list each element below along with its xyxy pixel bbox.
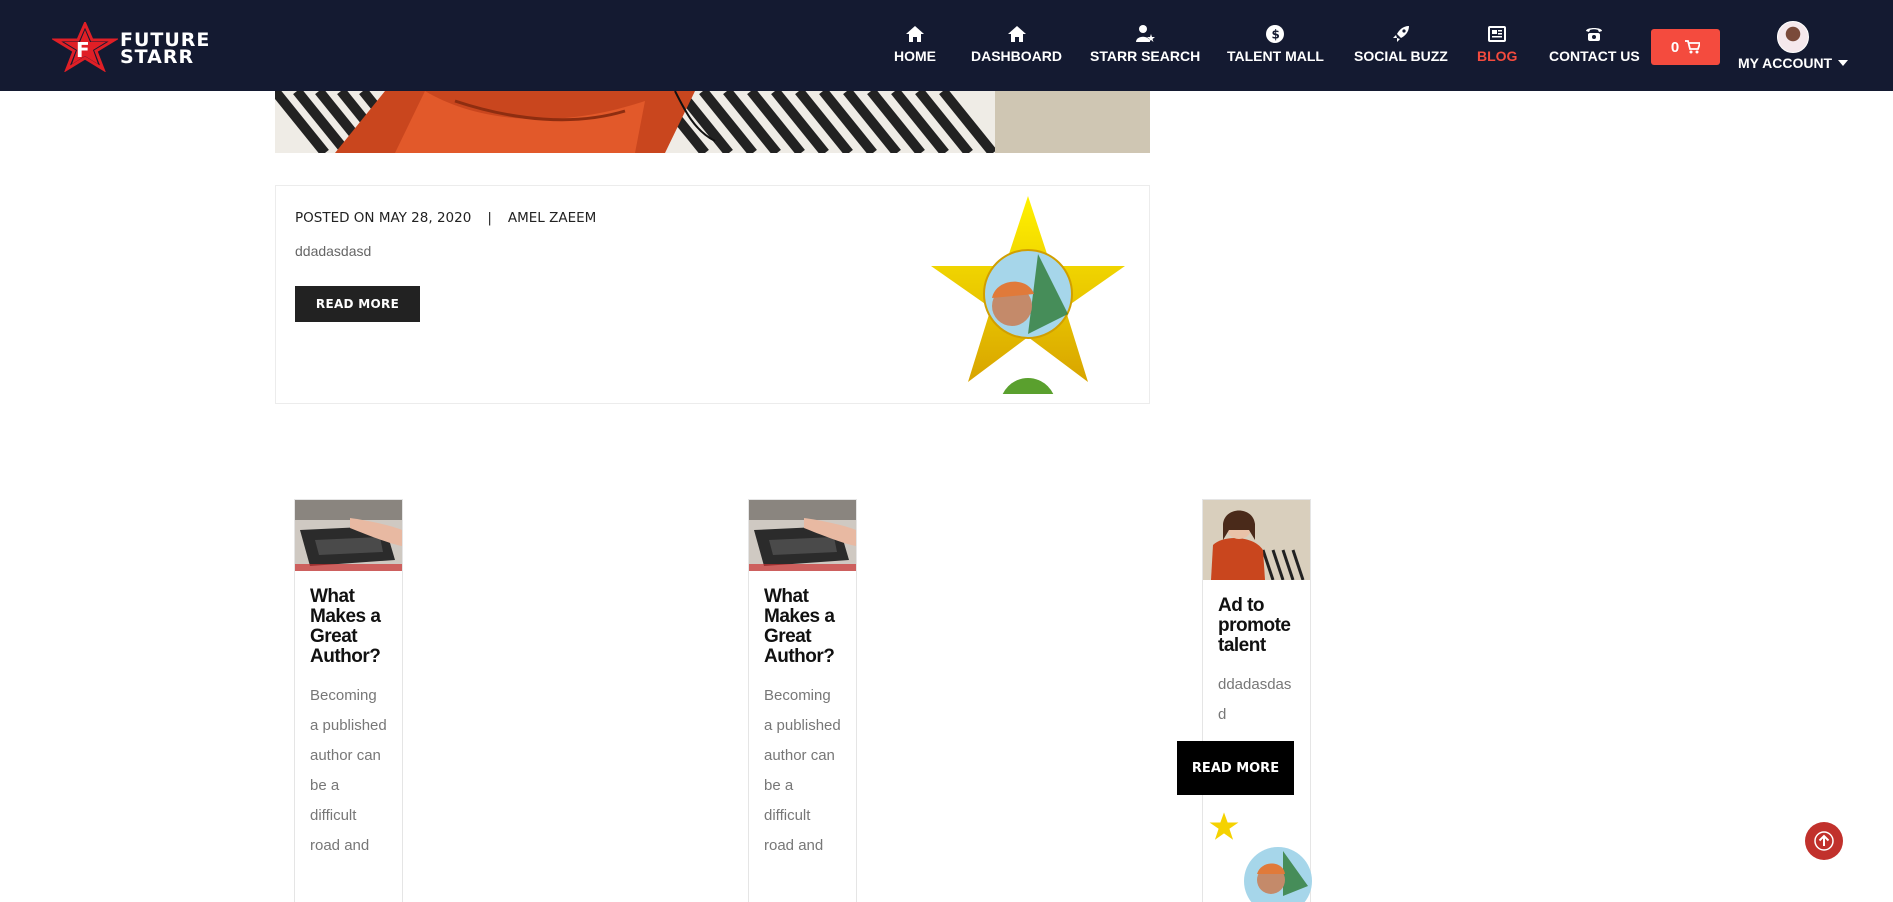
svg-text:F: F [76,38,90,62]
cart-count: 0 [1670,38,1680,56]
dollar-gear-icon: $ [1266,25,1285,43]
svg-text:$: $ [1272,28,1280,42]
nav-talent-mall-label: TALENT MALL [1227,48,1324,64]
nav-starr-search-label: STARR SEARCH [1090,48,1201,64]
post-author[interactable]: AMEL ZAEEM [508,210,596,226]
star-profile-badge [931,196,1125,394]
card-thumbnail [749,500,856,571]
nav-starr-search[interactable]: STARR SEARCH [1090,24,1200,64]
user-star-icon [1136,25,1156,42]
featured-post-card: POSTED ON MAY 28, 2020 | AMEL ZAEEM ddad… [275,185,1150,404]
home-icon [1007,26,1026,42]
post-date: POSTED ON MAY 28, 2020 [295,210,472,226]
blog-card[interactable]: What Makes a Great Author? Becoming a pu… [748,499,857,902]
woman-orange-jacket-photo [1203,500,1310,580]
card-excerpt: Becoming a published author can be a dif… [310,687,387,854]
future-starr-logo[interactable]: F FUTURE STARR [50,20,222,73]
card-excerpt: Becoming a published author can be a dif… [764,687,841,854]
nav-talent-mall[interactable]: $ TALENT MALL [1227,24,1324,64]
featured-photo [275,91,1150,153]
star-icon [1207,810,1241,843]
rocket-icon [1392,26,1409,42]
brand-line2: STARR [120,46,195,68]
arrow-up-icon [1814,831,1834,851]
laptop-typing-photo [295,500,402,571]
card-thumbnail [295,500,402,571]
post-excerpt: ddadasdasd [295,243,372,259]
my-account-menu[interactable]: MY ACCOUNT [1738,21,1849,71]
my-account-label: MY ACCOUNT [1738,55,1833,71]
cart-icon [1685,40,1701,54]
card-title[interactable]: What Makes a Great Author? [749,571,856,667]
card-title[interactable]: Ad to promote talent [1203,580,1310,656]
nav-social-buzz[interactable]: SOCIAL BUZZ [1354,24,1448,64]
card-thumbnail [1203,500,1310,580]
card-excerpt: ddadasdasd [1218,676,1292,723]
caret-down-icon [1838,60,1849,66]
blog-card[interactable]: Ad to promote talent ddadasdasd [1202,499,1312,902]
newspaper-icon [1488,26,1507,42]
card-title[interactable]: What Makes a Great Author? [295,571,402,667]
featured-post-image [275,91,1150,153]
top-navbar: F FUTURE STARR HOME DASHBOARD STARR SEAR… [0,0,1893,91]
blog-card[interactable]: What Makes a Great Author? Becoming a pu… [294,499,403,902]
scroll-to-top-button[interactable] [1805,822,1843,860]
meta-separator: | [487,210,492,226]
read-more-button[interactable]: READ MORE [1177,741,1294,795]
nav-dashboard-label: DASHBOARD [971,48,1062,64]
nav-dashboard[interactable]: DASHBOARD [971,24,1062,64]
read-more-button[interactable]: READ MORE [295,286,420,322]
nav-social-buzz-label: SOCIAL BUZZ [1354,48,1448,64]
nav-blog[interactable]: BLOG [1477,24,1517,64]
laptop-typing-photo [749,500,856,571]
nav-blog-label: BLOG [1477,48,1518,64]
phone-icon [1586,28,1603,41]
avatar [1777,21,1810,53]
nav-contact-us-label: CONTACT US [1549,48,1640,64]
nav-home[interactable]: HOME [894,24,936,64]
star-logo-icon: F [50,20,120,73]
cart-button[interactable]: 0 [1651,29,1720,65]
home-icon [906,26,924,42]
nav-home-label: HOME [894,48,936,64]
nav-contact-us[interactable]: CONTACT US [1549,24,1640,64]
post-meta: POSTED ON MAY 28, 2020 | AMEL ZAEEM [295,210,596,226]
profile-avatar-circle [1244,847,1312,902]
